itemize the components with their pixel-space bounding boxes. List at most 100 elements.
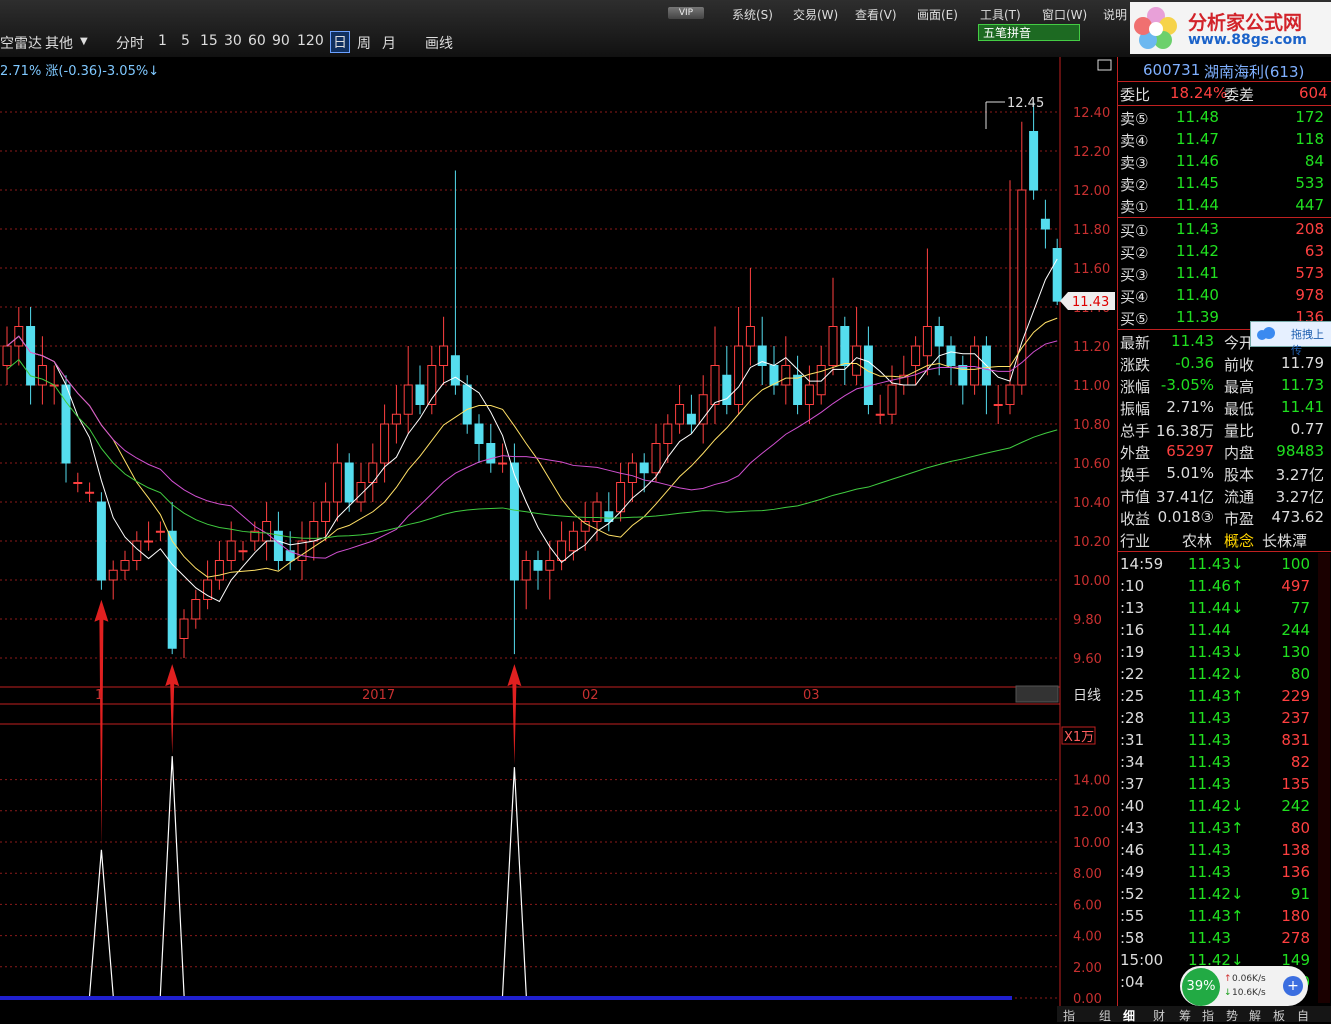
tool-1min[interactable]: 1 [158,33,167,49]
candle [85,482,95,502]
bottom-tab[interactable]: 自 [1297,1007,1309,1024]
tick-row[interactable]: :28 11.43 237 [1118,708,1328,730]
sell-level[interactable]: 卖③ 11.46 84 [1118,151,1328,173]
sell-level[interactable]: 卖② 11.45 533 [1118,173,1328,195]
ma60-line [6,358,1058,539]
tick-row[interactable]: :16 11.44 244 [1118,620,1328,642]
bottom-tab[interactable]: 筹 [1179,1007,1191,1024]
candle [840,316,850,385]
chevron-down-icon[interactable]: ▼ [80,36,88,47]
candle [863,326,873,415]
max-price-label: 12.45 [1007,96,1044,111]
tick-row[interactable]: :43 11.43↑ 80 [1118,818,1328,840]
candle [415,365,425,415]
menu-trade[interactable]: 交易(W) [793,6,838,23]
candle [675,385,685,434]
bottom-tab[interactable]: 细 [1123,1007,1135,1024]
tick-row[interactable]: :40 11.42↓ 242 [1118,796,1328,818]
tick-row[interactable]: :55 11.43↑ 180 [1118,906,1328,928]
buy-level[interactable]: 买② 11.42 63 [1118,241,1328,263]
tool-5min[interactable]: 5 [181,33,190,49]
tool-30min[interactable]: 30 [224,33,242,49]
tool-month[interactable]: 月 [382,33,396,53]
candle [639,453,649,493]
maximize-icon[interactable] [1097,59,1112,71]
tool-day[interactable]: 日 [330,31,350,53]
tick-row[interactable]: :10 11.46↑ 497 [1118,576,1328,598]
site-logo: 分析家公式网 www.88gs.com [1130,2,1331,54]
bottom-tab[interactable]: 势 [1226,1007,1238,1024]
period-label[interactable]: 日线 [1073,688,1101,704]
menu-view[interactable]: 查看(V) [855,6,897,23]
bottom-tab[interactable]: 指 [1063,1007,1075,1024]
menu-bar: VIP 系统(S) 交易(W) 查看(V) 画面(E) 工具(T) 窗口(W) … [0,0,1331,58]
vip-badge[interactable]: VIP [668,7,704,19]
menu-window[interactable]: 窗口(W) [1042,6,1087,23]
tick-row[interactable]: :22 11.42↓ 80 [1118,664,1328,686]
tick-scrollbar[interactable] [1318,553,1330,1003]
stat-row[interactable]: 涨幅 -3.05% 最高 11.73 [1118,375,1328,397]
unit-label: X1万 [1064,730,1094,745]
tool-120min[interactable]: 120 [297,33,324,49]
chart-area[interactable]: 12.4012.2012.0011.8011.6011.4011.2011.00… [0,57,1117,1022]
stat-row[interactable]: 总手 16.38万 量比 0.77 [1118,419,1328,441]
candle [828,277,838,376]
menu-screen[interactable]: 画面(E) [917,6,958,23]
candle [745,268,755,366]
stat-row[interactable]: 振幅 2.71% 最低 11.41 [1118,397,1328,419]
tick-row[interactable]: :13 11.44↓ 77 [1118,598,1328,620]
stat-row[interactable]: 换手 5.01% 股本 3.27亿 [1118,463,1328,485]
buy-level[interactable]: 买① 11.43 208 [1118,219,1328,241]
candle [1005,180,1015,415]
scroll-handle[interactable] [1015,685,1059,703]
volume-tick-label: 14.00 [1073,774,1110,789]
stat-row[interactable]: 外盘 65297 内盘 98483 [1118,441,1328,463]
menu-tools[interactable]: 工具(T) [980,6,1021,23]
bottom-tab[interactable]: 财 [1153,1007,1165,1024]
stat-row[interactable]: 市值 37.41亿 流通 3.27亿 [1118,485,1328,507]
max-price-leader [985,101,1005,129]
tick-row[interactable]: :37 11.43 135 [1118,774,1328,796]
tick-row[interactable]: :49 11.43 136 [1118,862,1328,884]
cloud-upload-widget[interactable]: 拖拽上传 [1250,321,1331,357]
tick-row[interactable]: :19 11.43↓ 130 [1118,642,1328,664]
tool-15min[interactable]: 15 [200,33,218,49]
sell-level[interactable]: 卖④ 11.47 118 [1118,129,1328,151]
tool-intraday[interactable]: 分时 [116,33,144,53]
tool-90min[interactable]: 90 [272,33,290,49]
bottom-tab[interactable]: 板 [1273,1007,1285,1024]
tool-60min[interactable]: 60 [248,33,266,49]
network-speed-widget[interactable]: 39% ↑ 0.06K/s ↓ 10.6K/s + [1180,966,1308,1006]
up-arrow-icon: ↑ [1224,974,1232,984]
tick-row[interactable]: :46 11.43 138 [1118,840,1328,862]
candle [769,346,779,395]
bottom-tab[interactable]: 解 [1249,1007,1261,1024]
candle [616,463,626,522]
buy-level[interactable]: 买③ 11.41 573 [1118,263,1328,285]
menu-help[interactable]: 说明 [1103,6,1127,23]
sell-level[interactable]: 卖⑤ 11.48 172 [1118,107,1328,129]
tick-row[interactable]: :58 11.43 278 [1118,928,1328,950]
candle [439,316,449,385]
stat-row[interactable]: 收益 0.018③ 市盈 473.62 [1118,507,1328,529]
candle [580,502,590,551]
sell-level[interactable]: 卖① 11.44 447 [1118,195,1328,217]
weibi-row: 委比 18.24% 委差 604 [1120,84,1328,104]
tool-draw[interactable]: 画线 [425,33,453,53]
tick-row[interactable]: :31 11.43 831 [1118,730,1328,752]
tick-row[interactable]: :52 11.42↓ 91 [1118,884,1328,906]
tick-row[interactable]: 14:59 11.43↓ 100 [1118,554,1328,576]
tool-radar[interactable]: 空雷达 [0,33,42,53]
bottom-tab[interactable]: 指 [1202,1007,1214,1024]
flower-logo-icon [1134,7,1177,49]
menu-system[interactable]: 系统(S) [732,6,773,23]
tick-row[interactable]: :25 11.43↑ 229 [1118,686,1328,708]
tool-week[interactable]: 周 [357,33,371,53]
tick-row[interactable]: :34 11.43 82 [1118,752,1328,774]
candle [203,560,213,610]
buy-level[interactable]: 买④ 11.40 978 [1118,285,1328,307]
bottom-tab[interactable]: 组 [1099,1007,1111,1024]
download-speed: 10.6K/s [1232,988,1266,998]
tool-other[interactable]: 其他 [45,33,73,53]
plus-icon[interactable]: + [1283,976,1303,996]
